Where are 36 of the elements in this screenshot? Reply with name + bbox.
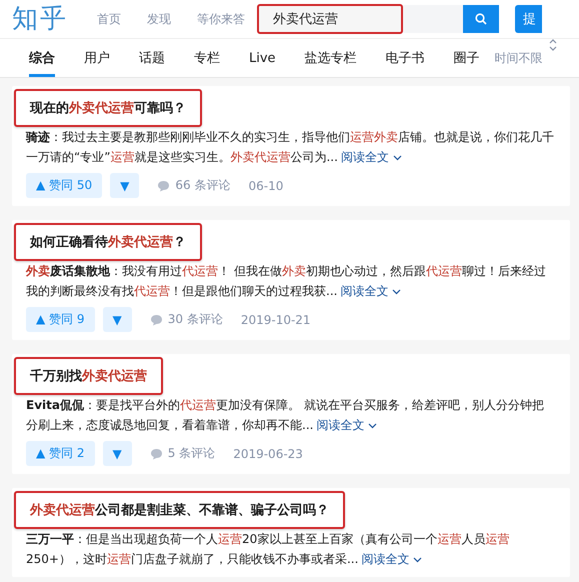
search-field[interactable]: 外卖代运营 [257, 4, 403, 34]
comment-icon[interactable] [157, 180, 170, 192]
site-logo[interactable]: 知乎 [12, 6, 68, 32]
chevron-down-icon[interactable] [413, 556, 422, 563]
result-title[interactable]: 外卖代运营公司都是割韭菜、不靠谱、骗子公司吗？ [14, 491, 345, 529]
comment-icon[interactable] [150, 448, 163, 460]
comment-icon[interactable] [150, 314, 163, 326]
chevron-down-icon[interactable] [368, 422, 378, 429]
ask-button[interactable]: 提 [515, 5, 542, 33]
result-title[interactable]: 现在的外卖代运营可靠吗？ [14, 89, 202, 127]
read-more-link[interactable]: 阅读全文 [316, 418, 378, 432]
sort-icon[interactable] [548, 39, 557, 51]
search-icon [475, 13, 487, 25]
filter-tab[interactable]: Live [249, 39, 276, 77]
post-date: 2019-10-21 [240, 312, 311, 326]
answer-excerpt: 三万一平：但是当出现超负荷一个人运营20家以上甚至上百家（真有公司一个运营人员运营 250+），这时运营门店盘子就崩了，只能收钱不办事或者采... 阅读全文 [26, 531, 510, 568]
filter-tab[interactable]: 圈子 [454, 39, 480, 77]
read-more-link[interactable]: 阅读全文 [340, 150, 402, 164]
chevron-down-icon[interactable] [392, 154, 402, 161]
post-date: 2019-06-23 [233, 446, 303, 460]
chevron-down-icon[interactable] [392, 288, 402, 295]
filter-tab[interactable]: 电子书 [386, 39, 425, 77]
filter-tab[interactable]: 专栏 [194, 39, 220, 77]
result-title[interactable]: 如何正确看待外卖代运营？ [14, 223, 202, 261]
filter-tab[interactable]: 综合 [29, 39, 55, 77]
read-more-link[interactable]: 阅读全文 [361, 552, 422, 566]
answer-excerpt: 骑迹：我过去主要是教那些刚刚毕业不久的实习生，指导他们运营外卖店铺。也就是说，你们花几千一万请的“专业”运营就是这些实习生。外卖代运营公司为... 阅读全文 [26, 129, 554, 166]
answer-excerpt: 外卖废话集散地：我没有用过代运营！ 但我在做外卖初期也心动过，然后跟代运营聊过！后来经过我的判断最终没有找代运营！但是跟他们聊天的过程我获... 阅读全文 [26, 263, 547, 300]
filter-tab[interactable]: 话题 [139, 39, 165, 77]
answer-excerpt: Evita侃侃：要是找平台外的代运营更加没有保障。 就说在平台买服务，给差评吧，别人分分钟把分刷上来，态度诚恳地回复，看着靠谱，你却再不能... 阅读全文 [26, 397, 545, 434]
filter-tab[interactable]: 用户 [84, 39, 110, 77]
filter-tab[interactable]: 盐选专栏 [304, 39, 357, 77]
search-button[interactable] [463, 5, 499, 33]
result-title[interactable]: 千万别找外卖代运营 [14, 357, 163, 395]
read-more-link[interactable]: 阅读全文 [340, 284, 402, 298]
post-date: 06-10 [248, 178, 284, 192]
